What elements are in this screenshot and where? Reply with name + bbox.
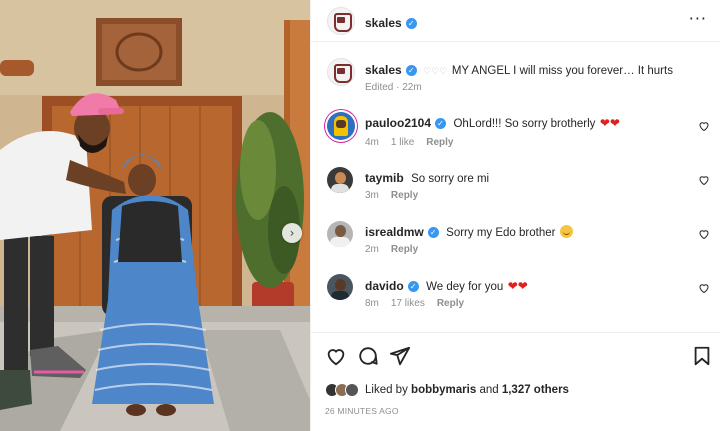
comment-text: Sorry my Edo brother <box>446 227 556 239</box>
likes-count[interactable]: 1,327 others <box>502 384 569 396</box>
liked-by-text: Liked by bobbymaris and 1,327 others <box>365 384 569 396</box>
comment-time: 2m <box>365 244 379 255</box>
caption-avatar[interactable] <box>327 58 355 86</box>
commenter-avatar[interactable] <box>327 112 355 140</box>
post-timestamp: 26 MINUTES AGO <box>325 406 399 416</box>
caption-text: MY ANGEL I will miss you forever… It hur… <box>451 65 673 77</box>
comment-time: 3m <box>365 190 379 201</box>
commenter-avatar[interactable] <box>327 221 353 247</box>
comment-username[interactable]: isrealdmw <box>365 225 424 239</box>
verified-badge-icon: ✓ <box>405 65 417 76</box>
liker-avatar <box>345 383 359 397</box>
comment-text: OhLord!!! So sorry brotherly <box>453 118 596 130</box>
verified-badge-icon: ✓ <box>435 118 447 129</box>
verified-badge-icon: ✓ <box>427 227 439 238</box>
liked-by-user[interactable]: bobbymaris <box>411 384 476 396</box>
comment-username[interactable]: taymib <box>365 171 404 185</box>
photo-illustration <box>0 0 310 431</box>
commenter-avatar[interactable] <box>327 167 353 193</box>
liked-by-conjunction: and <box>479 384 499 396</box>
comment-username[interactable]: pauloo2104 <box>365 116 431 130</box>
caption-meta: Edited · 22m <box>365 82 422 93</box>
comment-text: We dey for you <box>426 281 504 293</box>
comment-like-heart-icon[interactable] <box>698 228 710 240</box>
comment-meta: 2m Reply <box>365 244 430 255</box>
comment-time: 4m <box>365 137 379 148</box>
comment-like-heart-icon[interactable] <box>698 120 710 132</box>
carousel-next-button[interactable]: › <box>282 223 302 243</box>
bookmark-icon[interactable] <box>691 345 713 367</box>
liked-by-row[interactable]: Liked by bobbymaris and 1,327 others <box>325 381 569 399</box>
reply-button[interactable]: Reply <box>437 298 464 309</box>
verified-badge-icon: ✓ <box>407 281 419 292</box>
post-actions: Liked by bobbymaris and 1,327 others 26 … <box>311 332 720 431</box>
author-username[interactable]: skales <box>365 16 402 30</box>
comment-meta: 8m 17 likes Reply <box>365 298 476 309</box>
heart-icon[interactable] <box>325 345 347 367</box>
reply-button[interactable]: Reply <box>391 190 418 201</box>
reply-button[interactable]: Reply <box>391 244 418 255</box>
comment-likes[interactable]: 17 likes <box>391 298 425 309</box>
comment-username[interactable]: davido <box>365 279 404 293</box>
comment-like-heart-icon[interactable] <box>698 282 710 294</box>
comment-time: 8m <box>365 298 379 309</box>
post-header: skales ✓ ··· <box>311 0 720 42</box>
caption-heart-emojis: ♡♡♡ <box>423 67 448 77</box>
comment-like-heart-icon[interactable] <box>698 174 710 186</box>
commenter-avatar[interactable] <box>327 274 353 300</box>
author-avatar[interactable] <box>327 7 355 35</box>
red-heart-emoji: ❤❤ <box>599 116 620 130</box>
comment-meta: 4m 1 like Reply <box>365 137 466 148</box>
caption-username[interactable]: skales <box>365 63 402 77</box>
post-side-panel: skales ✓ ··· skales ✓ ♡♡♡ MY ANGEL I will … <box>310 0 720 431</box>
comment-likes[interactable]: 1 like <box>391 137 414 148</box>
liked-by-prefix: Liked by <box>365 384 408 396</box>
grinning-face-emoji <box>559 225 573 238</box>
comment-meta: 3m Reply <box>365 190 430 201</box>
comment-text: So sorry ore mi <box>411 173 490 185</box>
post-photo[interactable]: › <box>0 0 310 431</box>
share-icon[interactable] <box>389 345 411 367</box>
reply-button[interactable]: Reply <box>426 137 453 148</box>
red-heart-emoji: ❤❤ <box>507 279 528 293</box>
verified-badge-icon: ✓ <box>405 18 417 29</box>
more-horizontal-icon[interactable]: ··· <box>689 11 707 27</box>
comment-icon[interactable] <box>357 345 379 367</box>
